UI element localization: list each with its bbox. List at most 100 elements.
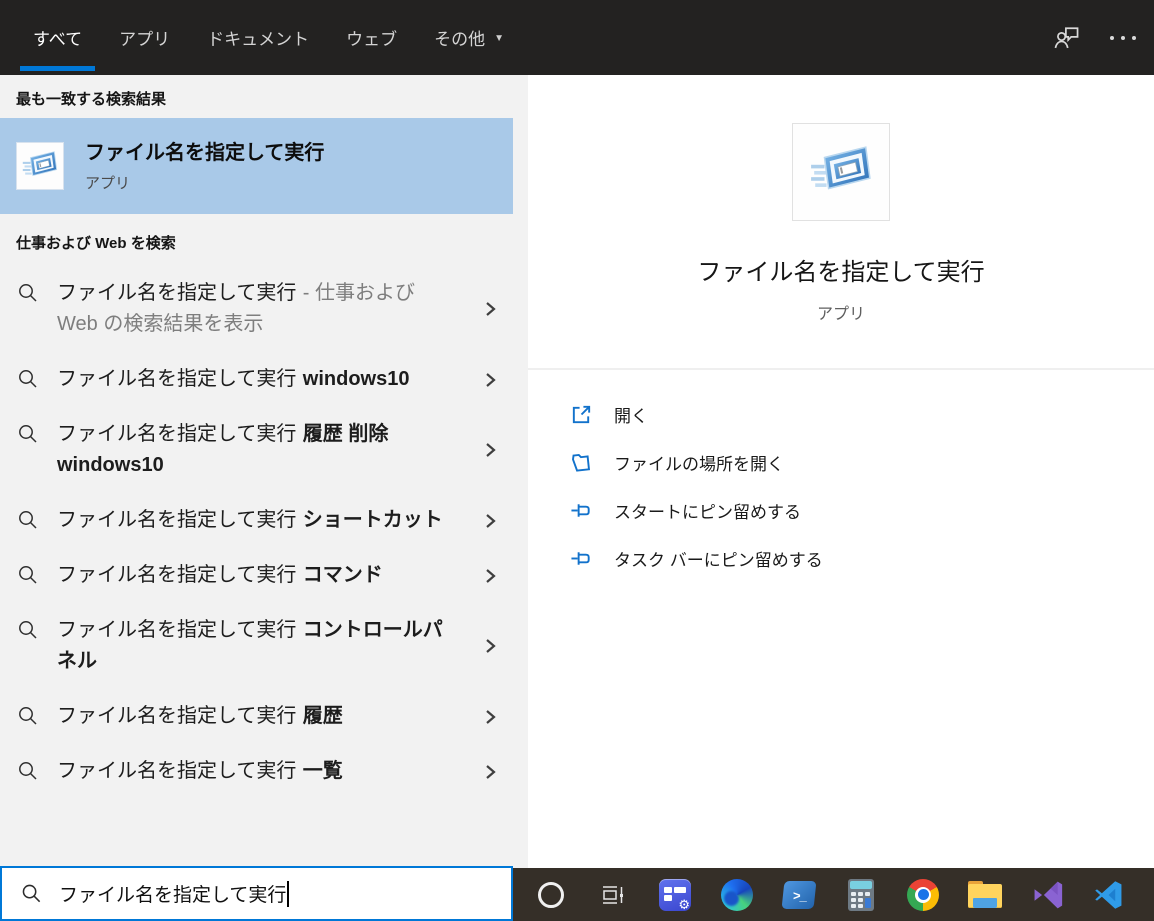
powershell-button[interactable]: >_ — [768, 868, 830, 921]
tab-all[interactable]: すべて ▼ — [33, 0, 82, 75]
result-preview-panel: ファイル名を指定して実行 アプリ 開く ファイルの場所を開く — [528, 75, 1154, 868]
powershell-icon: >_ — [782, 881, 817, 909]
suggestion-text: ファイル名を指定して実行- 仕事および Web の検索結果を表示 — [57, 278, 447, 340]
visual-studio-button[interactable] — [1016, 868, 1078, 921]
chrome-icon — [907, 879, 939, 911]
preview-header: ファイル名を指定して実行 アプリ — [528, 75, 1154, 324]
open-icon — [570, 403, 593, 426]
task-view-button[interactable] — [582, 868, 644, 921]
edge-icon — [721, 879, 753, 911]
search-suggestion-row[interactable]: ファイル名を指定して実行コントロールパネル — [0, 603, 513, 689]
ime-pad-button[interactable]: ⚙ — [644, 868, 706, 921]
search-input-value: ファイル名を指定して実行 — [59, 880, 286, 907]
search-suggestion-row[interactable]: ファイル名を指定して実行一覧 — [0, 744, 513, 799]
search-icon — [16, 563, 40, 587]
search-icon — [16, 704, 40, 728]
cortana-icon — [538, 882, 564, 908]
action-label: ファイルの場所を開く — [614, 450, 784, 475]
suggestion-completion: コマンド — [303, 564, 383, 586]
search-suggestion-row[interactable]: ファイル名を指定して実行ショートカット — [0, 493, 513, 548]
action-label: タスク バーにピン留めする — [614, 546, 823, 571]
tab-label: ドキュメント — [207, 25, 309, 50]
result-tabs: すべて ▼ アプリ ▼ ドキュメント ▼ ウェブ ▼ その他 ▼ — [0, 0, 504, 75]
tab-label: アプリ — [119, 25, 170, 50]
calculator-button[interactable] — [830, 868, 892, 921]
search-icon — [16, 281, 40, 305]
run-app-icon — [16, 142, 64, 190]
suggestion-text: ファイル名を指定して実行コントロールパネル — [57, 615, 447, 677]
web-search-header: 仕事および Web を検索 — [0, 214, 528, 266]
suggestion-query: ファイル名を指定して実行 — [57, 619, 296, 641]
suggestion-completion: ショートカット — [303, 509, 443, 531]
search-suggestion-row[interactable]: ファイル名を指定して実行コマンド — [0, 548, 513, 603]
chrome-button[interactable] — [892, 868, 954, 921]
suggestion-query: ファイル名を指定して実行 — [57, 282, 296, 304]
search-suggestion-row[interactable]: ファイル名を指定して実行履歴 削除 windows10 — [0, 407, 513, 493]
action-pin-to-start[interactable]: スタートにピン留めする — [528, 486, 1154, 534]
search-results-panel: 最も一致する検索結果 ファイル名を指定して実行 アプリ 仕事および Web を検… — [0, 75, 528, 868]
edge-button[interactable] — [706, 868, 768, 921]
file-explorer-button[interactable] — [954, 868, 1016, 921]
pin-icon — [570, 547, 593, 570]
tab-more[interactable]: その他 ▼ — [434, 0, 504, 75]
task-view-icon — [600, 882, 626, 908]
action-open-file-location[interactable]: ファイルの場所を開く — [528, 438, 1154, 486]
chevron-right-icon[interactable] — [481, 637, 499, 655]
tab-label: すべて — [33, 25, 82, 50]
best-match-header: 最も一致する検索結果 — [0, 75, 528, 118]
search-icon — [16, 759, 40, 783]
chevron-right-icon[interactable] — [481, 441, 499, 459]
search-suggestion-row[interactable]: ファイル名を指定して実行- 仕事および Web の検索結果を表示 — [0, 266, 513, 352]
suggestion-query: ファイル名を指定して実行 — [57, 705, 296, 727]
topbar-right — [1053, 0, 1154, 75]
suggestion-query: ファイル名を指定して実行 — [57, 368, 296, 390]
chevron-right-icon[interactable] — [481, 567, 499, 585]
divider — [528, 368, 1154, 370]
calculator-icon — [848, 879, 874, 911]
search-suggestion-row[interactable]: ファイル名を指定して実行 windows10 — [0, 352, 513, 407]
chevron-right-icon[interactable] — [481, 300, 499, 318]
file-explorer-icon — [968, 881, 1002, 908]
more-icon[interactable] — [1110, 36, 1136, 40]
best-match-title: ファイル名を指定して実行 — [85, 140, 324, 166]
preview-subtitle: アプリ — [817, 300, 865, 324]
suggestion-query: ファイル名を指定して実行 — [57, 760, 296, 782]
vscode-icon — [1093, 879, 1125, 911]
search-icon — [20, 882, 43, 905]
chevron-right-icon[interactable] — [481, 512, 499, 530]
suggestion-text: ファイル名を指定して実行 windows10 — [57, 364, 447, 395]
best-match-text: ファイル名を指定して実行 アプリ — [85, 140, 324, 193]
suggestion-completion: 履歴 — [303, 705, 343, 727]
search-suggestion-row[interactable]: ファイル名を指定して実行履歴 — [0, 689, 513, 744]
visual-studio-icon — [1031, 879, 1063, 911]
search-icon — [16, 422, 40, 446]
chevron-right-icon[interactable] — [481, 763, 499, 781]
tab-apps[interactable]: アプリ ▼ — [119, 0, 170, 75]
chevron-right-icon[interactable] — [481, 708, 499, 726]
action-label: スタートにピン留めする — [614, 498, 801, 523]
chevron-right-icon[interactable] — [481, 371, 499, 389]
suggestion-list: ファイル名を指定して実行- 仕事および Web の検索結果を表示 ファイル名を指… — [0, 266, 528, 799]
suggestion-text: ファイル名を指定して実行履歴 削除 windows10 — [57, 419, 447, 481]
tab-web[interactable]: ウェブ ▼ — [346, 0, 397, 75]
taskbar: ⚙ >_ — [513, 868, 1154, 921]
pin-icon — [570, 499, 593, 522]
windows-search-flyout: すべて ▼ アプリ ▼ ドキュメント ▼ ウェブ ▼ その他 ▼ 最も一致する検… — [0, 0, 1154, 921]
action-pin-to-taskbar[interactable]: タスク バーにピン留めする — [528, 534, 1154, 582]
suggestion-completion: windows10 — [303, 368, 410, 390]
gear-icon: ⚙ — [678, 898, 690, 911]
tab-documents[interactable]: ドキュメント ▼ — [207, 0, 309, 75]
best-match-subtitle: アプリ — [85, 172, 324, 193]
run-app-icon-large — [792, 123, 890, 221]
search-icon — [16, 508, 40, 532]
suggestion-text: ファイル名を指定して実行コマンド — [57, 560, 447, 591]
search-icon — [16, 618, 40, 642]
vscode-button[interactable] — [1078, 868, 1140, 921]
best-match-result[interactable]: ファイル名を指定して実行 アプリ — [0, 118, 513, 214]
search-input[interactable]: ファイル名を指定して実行 — [0, 866, 513, 921]
feedback-icon[interactable] — [1053, 24, 1080, 51]
action-list: 開く ファイルの場所を開く スタートにピン留めする — [528, 390, 1154, 582]
suggestion-text: ファイル名を指定して実行履歴 — [57, 701, 447, 732]
cortana-button[interactable] — [520, 868, 582, 921]
action-open[interactable]: 開く — [528, 390, 1154, 438]
